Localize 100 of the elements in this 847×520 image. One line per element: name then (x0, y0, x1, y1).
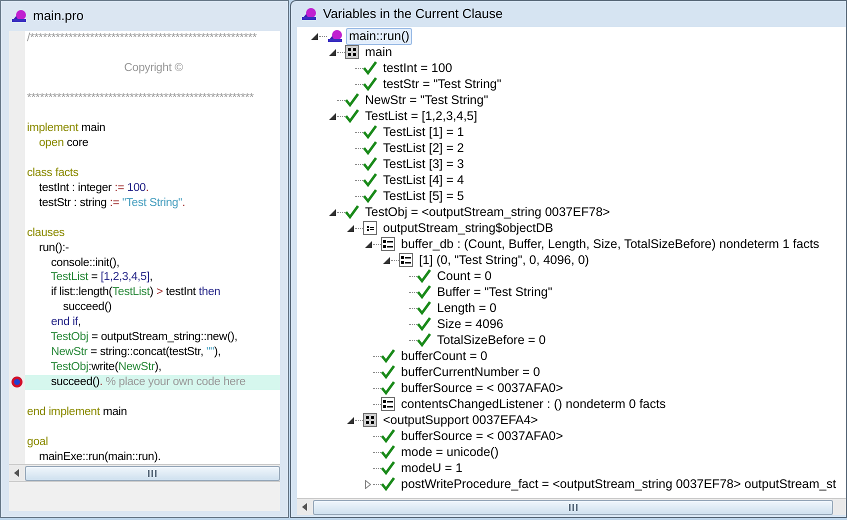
tree-item[interactable]: mode = unicode() (398, 444, 502, 460)
check-icon (417, 301, 431, 315)
tree-item[interactable]: TestList [3] = 3 (380, 156, 467, 172)
code-line: TestObj:write(NewStr), (50, 360, 162, 374)
code-line: succeed(). % place your own code here (50, 375, 246, 390)
collapsed-toggle-icon[interactable] (365, 480, 371, 488)
tree-item[interactable]: modeU = 1 (398, 460, 466, 476)
code-comment: ***************************************************** (27, 91, 254, 106)
tree-item[interactable]: Buffer = "Test String" (434, 284, 556, 300)
tree-item[interactable]: TestList [2] = 2 (380, 140, 467, 156)
app-logo-icon (301, 7, 317, 21)
code-line: NewStr = string::concat(testStr, ""), (50, 345, 221, 360)
tree-item[interactable]: TotalSizeBefore = 0 (434, 332, 549, 348)
code-line: clauses (27, 226, 65, 240)
check-icon (363, 77, 377, 91)
code-line: end implement main (27, 404, 127, 419)
tree-item[interactable]: postWriteProcedure_fact = <outputStream_string 0037EF78> outputStream_st (398, 476, 840, 492)
expanded-toggle-icon[interactable] (346, 416, 354, 424)
code-line: succeed() (62, 300, 112, 314)
check-icon (363, 157, 377, 171)
check-icon (417, 269, 431, 283)
list-icon (399, 253, 413, 267)
check-icon (363, 125, 377, 139)
check-icon (381, 429, 395, 443)
code-line: goal (27, 434, 48, 449)
tree-item[interactable]: bufferCount = 0 (398, 348, 490, 364)
check-icon (345, 93, 359, 107)
tree-item[interactable]: <outputSupport 0037EFA4> (380, 412, 541, 428)
check-icon (381, 349, 395, 363)
expanded-toggle-icon[interactable] (328, 112, 336, 120)
check-icon (381, 445, 395, 459)
code-line: testStr : string := "Test String". (38, 196, 186, 210)
horizontal-scrollbar[interactable] (297, 498, 846, 515)
object-box-icon (363, 221, 377, 235)
app-logo-icon (11, 9, 27, 23)
tree-item[interactable]: bufferCurrentNumber = 0 (398, 364, 544, 380)
code-line: implement main (27, 121, 106, 136)
tree-item[interactable]: NewStr = "Test String" (362, 92, 492, 108)
check-icon (345, 205, 359, 219)
tree-item[interactable]: testStr = "Test String" (380, 76, 504, 92)
window-title: main.pro (33, 7, 84, 26)
expanded-toggle-icon[interactable] (328, 48, 336, 56)
tree-item[interactable]: Count = 0 (434, 268, 495, 284)
check-icon (381, 365, 395, 379)
horizontal-scrollbar[interactable] (9, 464, 280, 481)
tree-item[interactable]: TestList [1] = 1 (380, 124, 467, 140)
check-icon (417, 333, 431, 347)
check-icon (381, 461, 395, 475)
expanded-toggle-icon[interactable] (364, 240, 372, 248)
tree-item[interactable]: contentsChangedListener : () nondeterm 0 facts (398, 396, 669, 412)
tree-item[interactable]: Length = 0 (434, 300, 500, 316)
expanded-toggle-icon[interactable] (382, 256, 390, 264)
scrollbar-thumb[interactable] (25, 466, 280, 480)
check-icon (363, 141, 377, 155)
code-comment: /***************************************************** (27, 31, 257, 46)
code-line: testInt : integer := 100. (38, 180, 149, 195)
tree-item[interactable]: TestList [4] = 4 (380, 172, 467, 188)
dotted-box-icon (345, 45, 359, 59)
check-icon (345, 109, 359, 123)
check-icon (417, 317, 431, 331)
dotted-box-icon (363, 413, 377, 427)
window-title: Variables in the Current Clause (323, 5, 503, 24)
code-comment: Copyright © (124, 61, 183, 76)
list-icon (381, 397, 395, 411)
code-line: TestList = [1,2,3,4,5], (50, 270, 153, 284)
check-icon (417, 285, 431, 299)
check-icon (363, 189, 377, 203)
code-line: console::init(), (50, 256, 120, 270)
code-line: open core (38, 136, 88, 150)
tree-item[interactable]: main::run() (346, 28, 412, 44)
function-icon (327, 29, 343, 43)
tree-item[interactable]: bufferSource = < 0037AFA0> (398, 380, 566, 396)
tree-item[interactable]: bufferSource = < 0037AFA0> (398, 428, 566, 444)
tree-item[interactable]: buffer_db : (Count, Buffer, Length, Size, TotalSizeBefore) nondeterm 1 facts (398, 236, 822, 252)
expanded-toggle-icon[interactable] (328, 208, 336, 216)
expanded-toggle-icon[interactable] (310, 32, 318, 40)
code-line: run():- (38, 240, 69, 255)
tree-item[interactable]: [1] (0, "Test String", 0, 4096, 0) (416, 252, 592, 268)
code-line: end if, (50, 315, 81, 330)
list-icon (381, 237, 395, 251)
tree-item[interactable]: main (362, 44, 396, 60)
grip-icon (568, 504, 578, 510)
check-icon (363, 61, 377, 75)
tree-item[interactable]: TestList [5] = 5 (380, 188, 467, 204)
tree-item[interactable]: TestObj = <outputStream_string 0037EF78> (362, 204, 613, 220)
tree-item[interactable]: TestList = [1,2,3,4,5] (362, 108, 480, 124)
code-line: mainExe::run(main::run). (38, 450, 161, 464)
check-icon (363, 173, 377, 187)
tree-item[interactable]: testInt = 100 (380, 60, 456, 76)
expanded-toggle-icon[interactable] (346, 224, 354, 232)
check-icon (381, 477, 395, 491)
code-line: TestObj = outputStream_string::new(), (50, 330, 238, 344)
code-line: if list::length(TestList) > testInt then (50, 285, 220, 300)
tree-item[interactable]: outputStream_string$objectDB (380, 220, 556, 236)
tree-item[interactable]: Size = 4096 (434, 316, 506, 332)
check-icon (381, 381, 395, 395)
scrollbar-thumb[interactable] (313, 500, 833, 514)
grip-icon (148, 470, 157, 476)
breakpoint-icon[interactable] (11, 376, 23, 388)
code-line: class facts (27, 166, 78, 180)
